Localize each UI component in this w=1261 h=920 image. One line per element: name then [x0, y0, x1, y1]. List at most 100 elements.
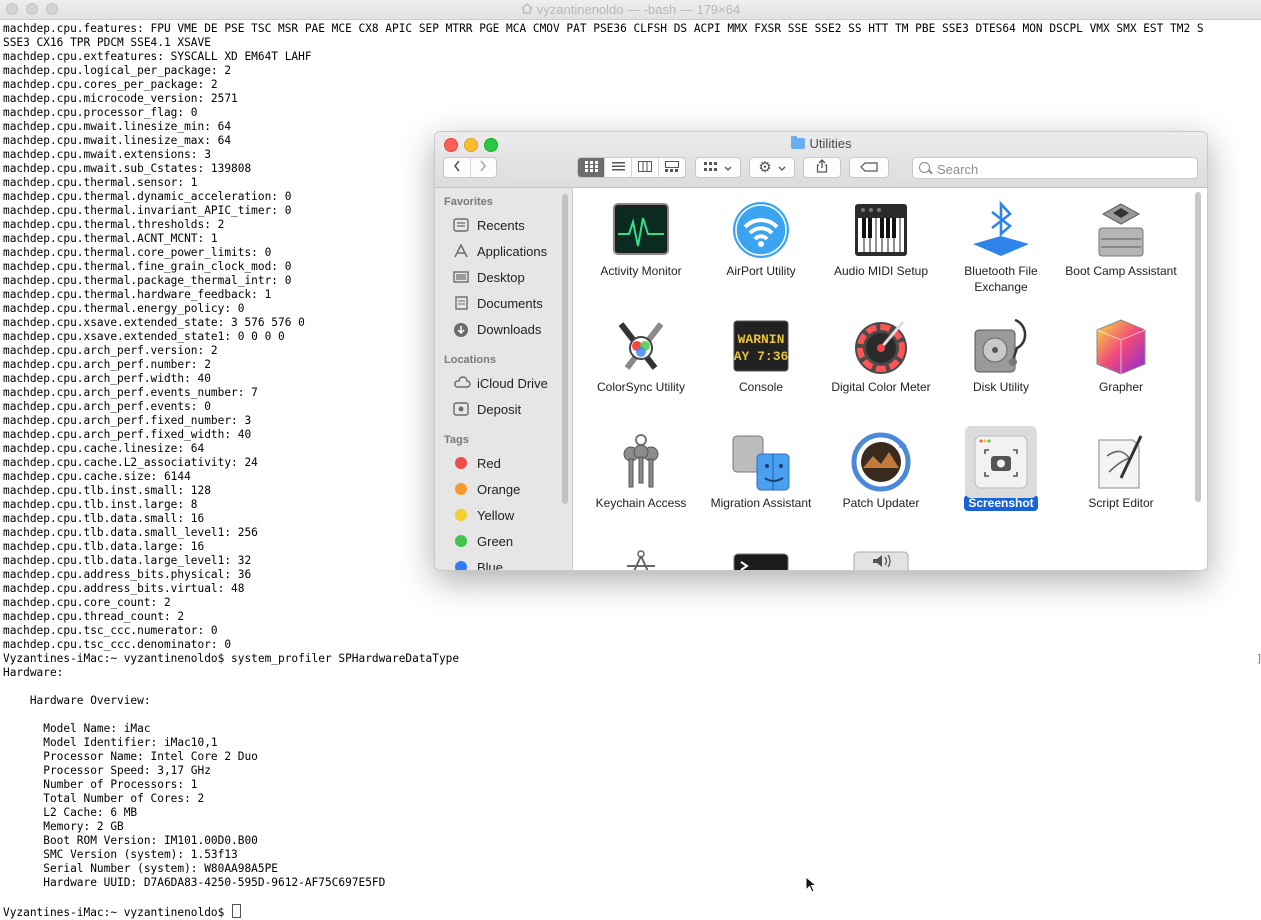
sidebar-tag-orange[interactable]: Orange	[453, 479, 520, 499]
sidebar-scrollbar[interactable]	[562, 194, 568, 504]
terminal-line: machdep.cpu.core_count: 2	[3, 596, 171, 609]
share-button[interactable]	[803, 157, 841, 178]
tag-icon	[860, 161, 878, 175]
console-icon: WARNIN AY 7:36	[731, 316, 791, 376]
cloud-icon	[453, 376, 471, 390]
sidebar-item-label: Recents	[477, 217, 525, 233]
sidebar-tag-red[interactable]: Red	[453, 453, 501, 473]
list-view-button[interactable]	[605, 158, 632, 177]
app-digital-color-meter[interactable]: Digital Color Meter	[823, 316, 939, 395]
script-editor-icon	[1091, 432, 1151, 492]
app-bluetooth-file-exchange[interactable]: Bluetooth File Exchange	[943, 200, 1059, 295]
locations-header: Locations	[444, 354, 496, 366]
activity-monitor-icon	[611, 200, 671, 260]
app-partial-2[interactable]	[703, 548, 819, 570]
migration-assistant-icon	[731, 432, 791, 492]
sidebar-item-applications[interactable]: Applications	[453, 241, 547, 261]
search-field[interactable]	[912, 157, 1198, 179]
app-label: Digital Color Meter	[831, 380, 931, 394]
app-console[interactable]: WARNIN AY 7:36 Console	[703, 316, 819, 395]
colorsync-icon	[611, 316, 671, 376]
terminal-line: Processor Name: Intel Core 2 Duo	[3, 750, 258, 763]
share-icon	[816, 159, 828, 176]
clock-icon	[453, 218, 469, 232]
app-label: Boot Camp Assistant	[1065, 264, 1177, 278]
terminal-line: machdep.cpu.features: FPU VME DE PSE TSC…	[3, 22, 1204, 35]
terminal-line: Boot ROM Version: IM101.00D0.B00	[3, 834, 258, 847]
terminal-prompt: Vyzantines-iMac:~ vyzantinenoldo$	[3, 906, 232, 919]
sidebar-tag-green[interactable]: Green	[453, 531, 513, 551]
chevron-left-icon	[453, 159, 461, 177]
finder-sidebar: Favorites Recents Applications Desktop D…	[435, 188, 573, 570]
sidebar-tag-yellow[interactable]: Yellow	[453, 505, 514, 525]
forward-button[interactable]	[471, 158, 497, 177]
boot-camp-icon	[1091, 200, 1151, 260]
app-label: Keychain Access	[595, 496, 687, 510]
mouse-cursor-icon	[805, 875, 818, 899]
sidebar-item-label: Downloads	[477, 321, 542, 337]
sidebar-item-downloads[interactable]: Downloads	[453, 319, 541, 339]
applications-icon	[453, 243, 469, 258]
terminal-icon	[731, 548, 791, 570]
finder-window[interactable]: Utilities ⚙ Favori	[434, 131, 1208, 571]
sidebar-item-label: iCloud Drive	[477, 375, 548, 391]
terminal-line: machdep.cpu.logical_per_package: 2	[3, 64, 232, 77]
grid-icon	[584, 159, 598, 177]
chevron-right-icon	[479, 159, 487, 177]
app-partial-1[interactable]	[583, 548, 699, 570]
app-label: Bluetooth File Exchange	[964, 264, 1038, 294]
app-colorsync-utility[interactable]: ColorSync Utility	[583, 316, 699, 395]
terminal-line: machdep.cpu.microcode_version: 2571	[3, 92, 238, 105]
airport-utility-icon	[731, 200, 791, 260]
app-activity-monitor[interactable]: Activity Monitor	[583, 200, 699, 279]
icon-view-button[interactable]	[578, 158, 605, 177]
terminal-line: machdep.cpu.cores_per_package: 2	[3, 78, 218, 91]
app-keychain-access[interactable]: Keychain Access	[583, 432, 699, 511]
sidebar-item-desktop[interactable]: Desktop	[453, 267, 525, 287]
sidebar-item-label: Red	[477, 455, 501, 471]
tag-yellow-icon	[455, 509, 467, 521]
sidebar-item-recents[interactable]: Recents	[453, 215, 525, 235]
color-meter-icon	[851, 316, 911, 376]
gallery-view-button[interactable]	[659, 158, 685, 177]
sidebar-item-icloud-drive[interactable]: iCloud Drive	[453, 373, 548, 393]
app-script-editor[interactable]: Script Editor	[1063, 432, 1179, 511]
app-partial-3[interactable]	[823, 548, 939, 570]
app-label: Activity Monitor	[600, 264, 682, 278]
search-icon	[919, 162, 930, 173]
app-boot-camp-assistant[interactable]: Boot Camp Assistant	[1063, 200, 1179, 279]
content-scrollbar[interactable]	[1195, 192, 1201, 502]
terminal-line: Total Number of Cores: 2	[3, 792, 205, 805]
action-button[interactable]: ⚙	[749, 157, 795, 178]
app-patch-updater[interactable]: Patch Updater	[823, 432, 939, 511]
sidebar-item-deposit[interactable]: Deposit	[453, 399, 521, 419]
app-migration-assistant[interactable]: Migration Assistant	[703, 432, 819, 511]
search-input[interactable]	[935, 159, 1189, 179]
app-disk-utility[interactable]: Disk Utility	[943, 316, 1059, 395]
finder-content: Activity Monitor AirPort Utility Audio M…	[573, 188, 1207, 570]
sidebar-item-documents[interactable]: Documents	[453, 293, 543, 313]
terminal-titlebar: vyzantinenoldo — -bash — 179×64	[0, 0, 1261, 20]
window-title: Utilities	[435, 136, 1207, 151]
sidebar-tag-blue[interactable]: Blue	[453, 557, 503, 570]
app-grapher[interactable]: Grapher	[1063, 316, 1179, 395]
terminal-line: Memory: 2 GB	[3, 820, 124, 833]
sidebar-item-label: Orange	[477, 481, 521, 497]
terminal-line: Hardware:	[3, 666, 64, 679]
app-screenshot[interactable]: Screenshot	[943, 426, 1059, 512]
terminal-line: Processor Speed: 3,17 GHz	[3, 764, 211, 777]
console-icon-text-1: WARNIN	[738, 332, 785, 347]
sidebar-item-label: Yellow	[477, 507, 515, 523]
sidebar-item-label: Documents	[477, 295, 543, 311]
grapher-icon	[1091, 316, 1151, 376]
terminal-line: Serial Number (system): W80AA98A5PE	[3, 862, 278, 875]
app-airport-utility[interactable]: AirPort Utility	[703, 200, 819, 279]
disk-icon	[453, 402, 469, 416]
back-button[interactable]	[444, 158, 471, 177]
app-audio-midi-setup[interactable]: Audio MIDI Setup	[823, 200, 939, 279]
app-label: Grapher	[1098, 380, 1144, 394]
group-by-button[interactable]	[695, 157, 741, 178]
tags-button[interactable]	[849, 157, 889, 178]
column-view-button[interactable]	[632, 158, 659, 177]
